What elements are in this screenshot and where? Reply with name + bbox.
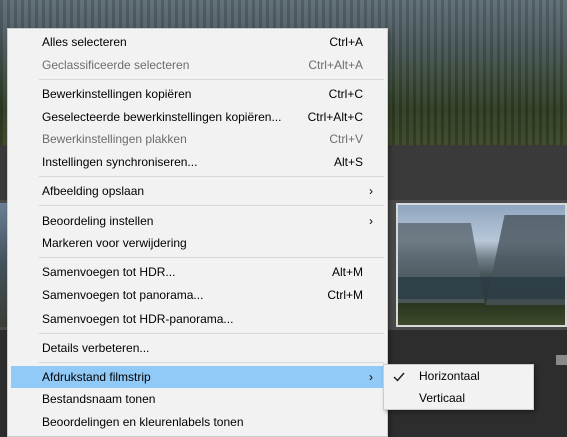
menu-item-copy-edit-settings[interactable]: Bewerkinstellingen kopiëren Ctrl+C [11,83,384,105]
menu-item-label: Bestandsnaam tonen [42,392,156,406]
menu-item-shortcut: Ctrl+Alt+C [307,110,363,124]
context-menu: Alles selecteren Ctrl+A Geclassificeerde… [7,28,388,437]
menu-item-copy-selected-edit-settings[interactable]: Geselecteerde bewerkinstellingen kopiëre… [11,106,384,128]
checkmark-icon [392,366,406,387]
menu-item-filmstrip-orientation[interactable]: Afdrukstand filmstrip › [11,366,384,388]
submenu-item-label: Horizontaal [419,369,480,383]
menu-item-label: Samenvoegen tot HDR-panorama... [42,312,234,326]
filmstrip-thumbnail-selected[interactable] [396,203,567,327]
menu-item-label: Details verbeteren... [42,341,150,355]
menu-item-label: Samenvoegen tot HDR... [42,265,176,279]
menu-separator [39,257,384,258]
menu-item-shortcut: Alt+S [333,155,363,169]
menu-item-label: Afbeelding opslaan [42,184,145,198]
menu-separator [39,205,384,206]
menu-separator [39,362,384,363]
menu-item-mark-for-deletion[interactable]: Markeren voor verwijdering [11,232,384,254]
menu-item-shortcut: Ctrl+V [329,132,363,146]
menu-item-sync-settings[interactable]: Instellingen synchroniseren... Alt+S [11,151,384,173]
filmstrip-orientation-submenu: Horizontaal Verticaal [383,364,534,410]
menu-item-label: Alles selecteren [42,35,127,49]
menu-separator [39,176,384,177]
menu-item-label: Samenvoegen tot panorama... [42,288,204,302]
menu-item-label: Beoordeling instellen [42,214,154,228]
menu-item-merge-panorama[interactable]: Samenvoegen tot panorama... Ctrl+M [11,284,384,306]
submenu-item-horizontal[interactable]: Horizontaal [386,366,531,387]
chevron-right-icon: › [369,214,373,228]
panel-edge-control [556,355,567,365]
chevron-right-icon: › [369,184,373,198]
thumbnail-lake [398,277,565,299]
menu-item-select-rated[interactable]: Geclassificeerde selecteren Ctrl+Alt+A [11,54,384,76]
menu-item-label: Geclassificeerde selecteren [42,58,190,72]
menu-item-label: Beoordelingen en kleurenlabels tonen [42,415,244,429]
menu-item-set-rating[interactable]: Beoordeling instellen › [11,210,384,232]
menu-item-show-ratings-labels[interactable]: Beoordelingen en kleurenlabels tonen [11,411,384,433]
submenu-item-label: Verticaal [419,391,466,405]
menu-item-label: Bewerkinstellingen kopiëren [42,87,192,101]
menu-item-label: Instellingen synchroniseren... [42,155,198,169]
menu-item-shortcut: Ctrl+Alt+A [308,58,363,72]
menu-item-select-all[interactable]: Alles selecteren Ctrl+A [11,31,384,53]
menu-item-label: Markeren voor verwijdering [42,236,187,250]
chevron-right-icon: › [369,370,373,384]
menu-item-shortcut: Ctrl+C [328,87,363,101]
menu-separator [39,79,384,80]
menu-item-shortcut: Ctrl+M [327,288,363,302]
menu-item-paste-edit-settings[interactable]: Bewerkinstellingen plakken Ctrl+V [11,128,384,150]
menu-item-merge-hdr-panorama[interactable]: Samenvoegen tot HDR-panorama... [11,308,384,330]
menu-item-enhance-details[interactable]: Details verbeteren... [11,337,384,359]
menu-item-shortcut: Ctrl+A [329,35,363,49]
menu-item-save-image[interactable]: Afbeelding opslaan › [11,180,384,202]
menu-item-label: Bewerkinstellingen plakken [42,132,187,146]
menu-item-show-filename[interactable]: Bestandsnaam tonen [11,388,384,410]
menu-item-merge-hdr[interactable]: Samenvoegen tot HDR... Alt+M [11,261,384,283]
submenu-item-vertical[interactable]: Verticaal [386,388,531,409]
menu-item-shortcut: Alt+M [331,265,363,279]
menu-separator [39,333,384,334]
menu-item-label: Afdrukstand filmstrip [42,370,151,384]
menu-item-label: Geselecteerde bewerkinstellingen kopiëre… [42,110,282,124]
